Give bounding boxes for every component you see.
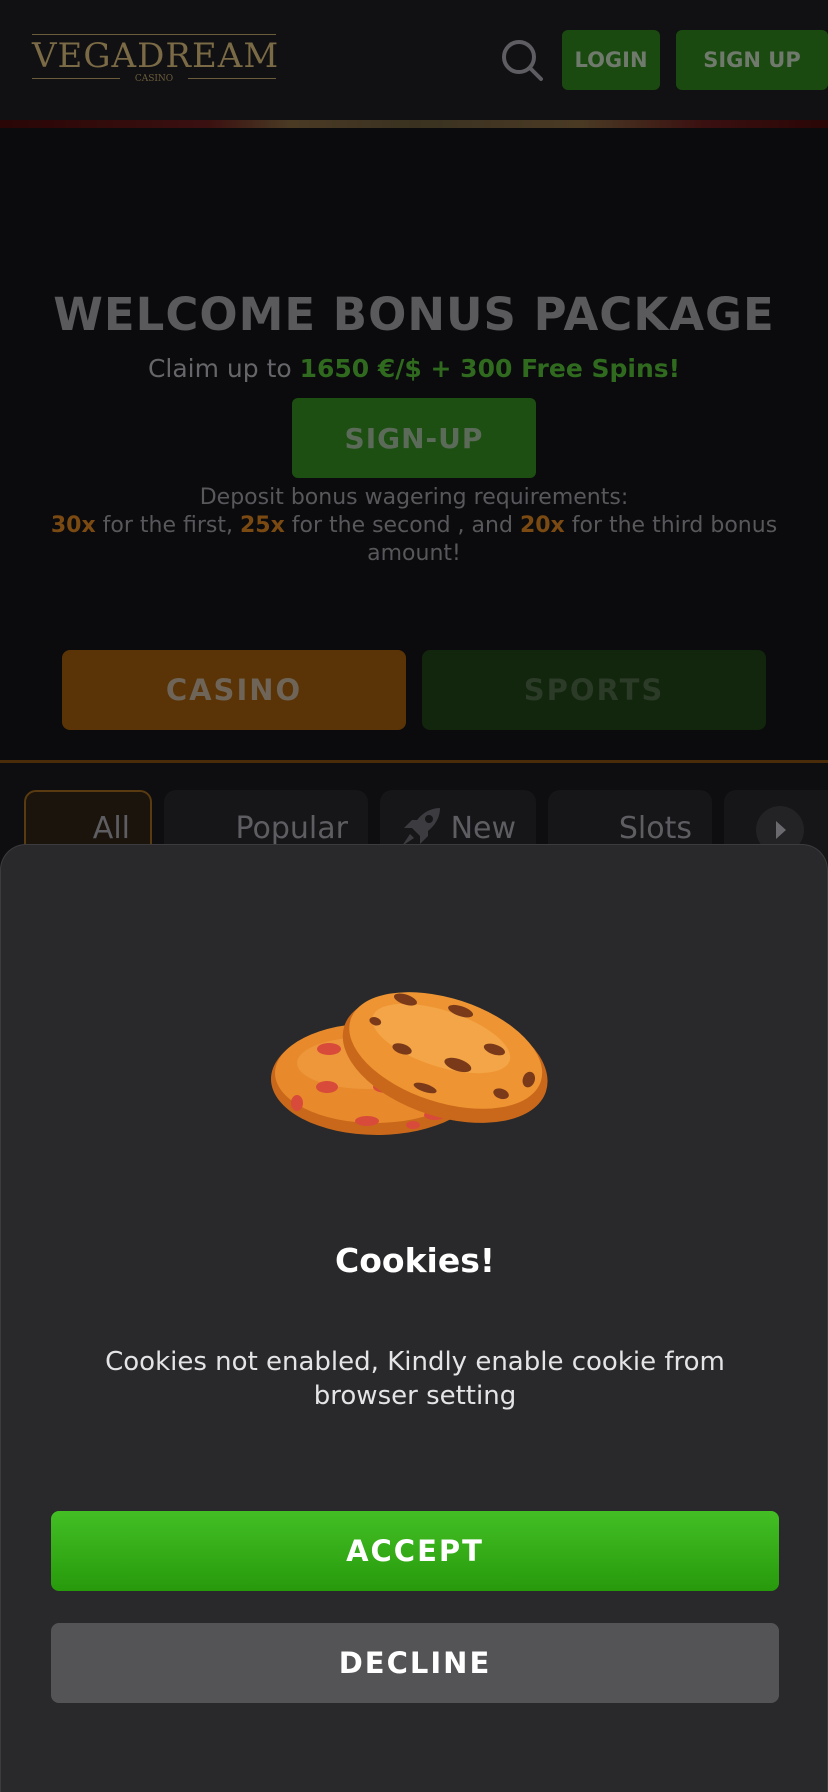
logo-text: VEGADREAM xyxy=(32,36,280,76)
cookie-modal: Cookies! Cookies not enabled, Kindly ena… xyxy=(0,844,828,1792)
accept-button[interactable]: ACCEPT xyxy=(51,1511,779,1591)
banner-strip xyxy=(0,120,828,128)
divider xyxy=(0,760,828,763)
rocket-icon xyxy=(402,808,440,846)
site-logo[interactable]: VEGADREAM CASINO xyxy=(32,34,280,84)
chip-label: Slots xyxy=(618,810,692,846)
login-button[interactable]: LOGIN xyxy=(562,30,660,90)
claim-prefix: Claim up to xyxy=(147,354,300,383)
wager-multiplier: 25x xyxy=(239,513,285,538)
logo-rule xyxy=(32,34,276,35)
cookie-modal-title: Cookies! xyxy=(335,1241,495,1280)
search-icon[interactable] xyxy=(500,38,544,82)
signup-button[interactable]: SIGN UP xyxy=(676,30,828,90)
wager-line-2: 30x for the first, 25x for the second , … xyxy=(40,512,788,568)
wagering-text: Deposit bonus wagering requirements: 30x… xyxy=(40,484,788,568)
hero-banner: WELCOME BONUS PACKAGE Claim up to 1650 €… xyxy=(0,128,828,760)
hero-signup-button[interactable]: SIGN-UP xyxy=(292,398,536,478)
wager-text: for the first, xyxy=(95,513,240,538)
wager-multiplier: 20x xyxy=(519,513,565,538)
cookie-modal-message: Cookies not enabled, Kindly enable cooki… xyxy=(105,1347,725,1411)
wager-text: for the second , and xyxy=(284,513,520,538)
decline-button[interactable]: DECLINE xyxy=(51,1623,779,1703)
chip-label: New xyxy=(450,810,516,846)
tab-sports[interactable]: SPORTS xyxy=(422,650,766,730)
logo-rule xyxy=(188,78,276,79)
hero-title: WELCOME BONUS PACKAGE xyxy=(53,288,775,341)
claim-highlight: 1650 €/$ + 300 Free Spins! xyxy=(299,354,681,383)
hero-claim: Claim up to 1650 €/$ + 300 Free Spins! xyxy=(0,354,828,383)
site-header: VEGADREAM CASINO LOGIN SIGN UP xyxy=(0,0,828,120)
chip-label: All xyxy=(92,810,130,846)
cookie-icon xyxy=(271,992,548,1135)
wager-multiplier: 30x xyxy=(50,513,96,538)
logo-subtitle: CASINO xyxy=(134,74,174,84)
wager-line-1: Deposit bonus wagering requirements: xyxy=(199,485,629,510)
tab-casino[interactable]: CASINO xyxy=(62,650,406,730)
chip-label: Popular xyxy=(235,810,349,846)
